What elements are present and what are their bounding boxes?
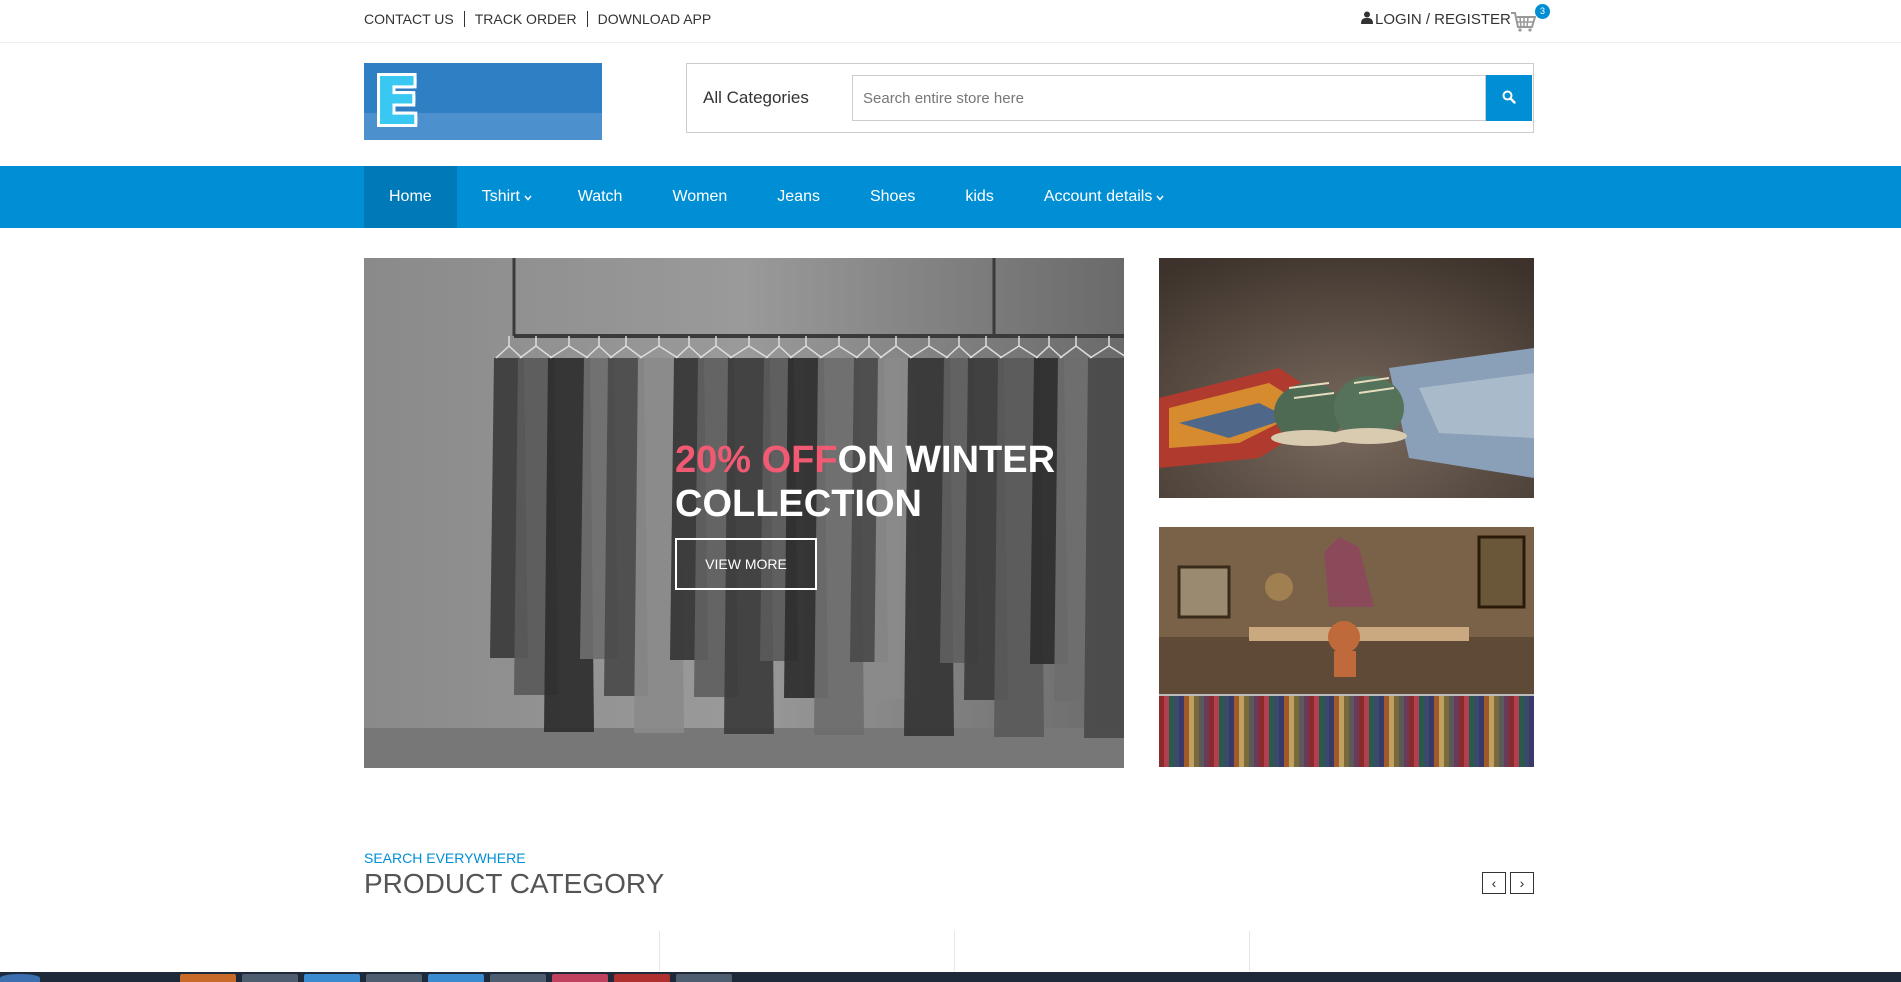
logo-text: E shop xyxy=(374,63,421,140)
divider xyxy=(463,11,465,27)
top-links: CONTACT US TRACK ORDER DOWNLOAD APP xyxy=(364,11,711,27)
hero-title-line2: COLLECTION xyxy=(675,483,922,525)
side-banner-store[interactable] xyxy=(1159,527,1534,767)
taskbar-app-icon[interactable] xyxy=(614,974,670,982)
nav-tshirt[interactable]: Tshirt xyxy=(457,166,564,228)
taskbar-app-icon[interactable] xyxy=(304,974,360,982)
chevron-right-icon: › xyxy=(1519,875,1525,891)
nav-home[interactable]: Home xyxy=(364,166,457,228)
cart-icon[interactable] xyxy=(1510,10,1537,34)
nav-label: Jeans xyxy=(777,188,820,205)
nav-jeans[interactable]: Jeans xyxy=(752,166,845,228)
hero-headline: 20% OFFON WINTER COLLECTION xyxy=(675,438,1055,526)
taskbar-app-icon[interactable] xyxy=(676,974,732,982)
taskbar-app-icon[interactable] xyxy=(490,974,546,982)
chevron-left-icon: ‹ xyxy=(1491,875,1497,891)
nav-label: Shoes xyxy=(869,188,916,205)
nav-label: kids xyxy=(965,188,994,205)
chevron-down-icon xyxy=(1156,188,1164,206)
divider xyxy=(1249,931,1250,971)
track-order-link[interactable]: TRACK ORDER xyxy=(475,11,577,27)
login-register-link[interactable]: LOGIN / REGISTER xyxy=(1361,11,1511,28)
taskbar-app-icon[interactable] xyxy=(428,974,484,982)
top-bar: CONTACT US TRACK ORDER DOWNLOAD APP LOGI… xyxy=(0,0,1901,43)
carousel-next-button[interactable]: › xyxy=(1510,872,1534,894)
divider xyxy=(659,931,660,971)
chevron-down-icon xyxy=(524,188,532,206)
search-input[interactable] xyxy=(852,75,1486,121)
taskbar-app-icon[interactable] xyxy=(242,974,298,982)
nav-account-details[interactable]: Account details xyxy=(1019,166,1190,228)
cart-count-badge: 3 xyxy=(1535,4,1550,19)
download-app-link[interactable]: DOWNLOAD APP xyxy=(598,11,712,27)
nav-label: Account details xyxy=(1043,188,1153,205)
nav-label: Watch xyxy=(577,188,623,205)
taskbar-app-icon[interactable] xyxy=(180,974,236,982)
nav-label: Women xyxy=(672,188,728,205)
carousel-prev-button[interactable]: ‹ xyxy=(1482,872,1506,894)
main-navigation: Home Tshirt Watch Women Jeans Shoes kids… xyxy=(0,166,1901,228)
store-image xyxy=(1159,527,1534,767)
nav-women[interactable]: Women xyxy=(647,166,752,228)
hero-banner[interactable]: 20% OFFON WINTER COLLECTION VIEW MORE xyxy=(364,258,1124,768)
section-title: PRODUCT CATEGORY xyxy=(364,868,665,899)
divider xyxy=(954,931,955,971)
section-subtitle: SEARCH EVERYWHERE xyxy=(364,850,526,866)
divider xyxy=(586,11,588,27)
search-icon xyxy=(1502,90,1516,107)
contact-us-link[interactable]: CONTACT US xyxy=(364,11,454,27)
user-icon xyxy=(1361,11,1373,28)
search-button[interactable] xyxy=(1486,75,1532,121)
login-label: LOGIN / REGISTER xyxy=(1375,11,1511,28)
search-bar: All Categories xyxy=(686,63,1534,133)
site-logo[interactable]: E shop xyxy=(364,63,602,140)
nav-watch[interactable]: Watch xyxy=(564,166,648,228)
hero-discount: 20% OFF xyxy=(675,439,838,481)
side-banner-shoes[interactable] xyxy=(1159,258,1534,498)
shoes-image xyxy=(1159,258,1534,498)
nav-label: Tshirt xyxy=(481,188,520,205)
hero-title-rest: ON WINTER xyxy=(837,439,1056,481)
nav-shoes[interactable]: Shoes xyxy=(845,166,940,228)
taskbar-app-icon[interactable] xyxy=(552,974,608,982)
start-button[interactable] xyxy=(0,974,40,982)
taskbar-app-icon[interactable] xyxy=(366,974,422,982)
view-more-button[interactable]: VIEW MORE xyxy=(675,538,817,590)
category-select[interactable]: All Categories xyxy=(703,88,809,108)
nav-kids[interactable]: kids xyxy=(940,166,1018,228)
nav-label: Home xyxy=(389,188,432,205)
